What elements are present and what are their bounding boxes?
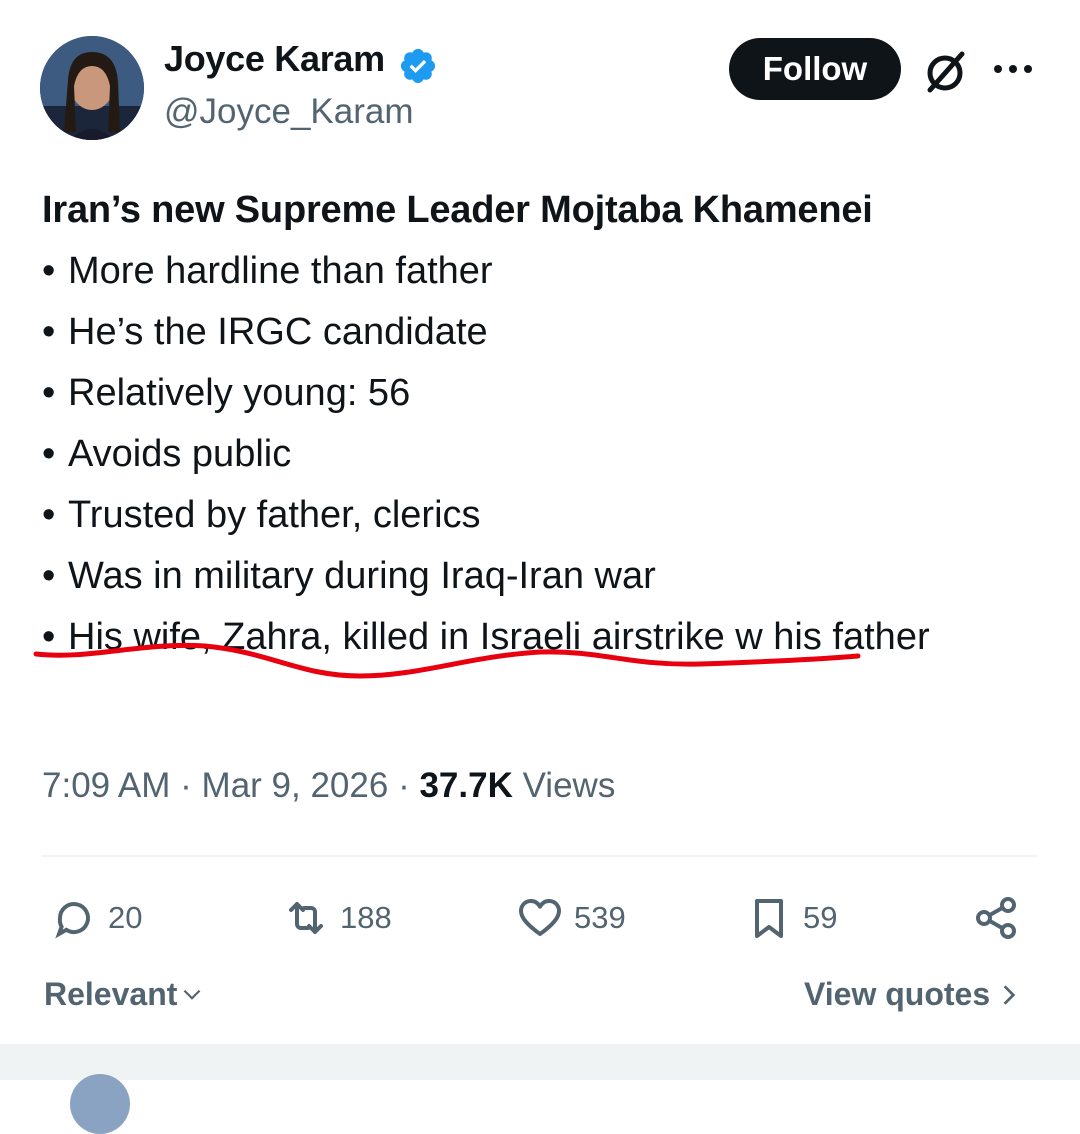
grok-icon[interactable] — [918, 44, 974, 100]
bullet-mark: • — [42, 494, 56, 536]
repost-icon — [289, 902, 323, 934]
bullet-text: Was in military during Iraq-Iran war — [68, 555, 656, 597]
sort-replies-dropdown[interactable]: Relevant — [44, 976, 205, 1013]
view-quotes-label: View quotes — [804, 976, 991, 1012]
sort-label: Relevant — [44, 976, 178, 1012]
share-button[interactable] — [972, 890, 1030, 946]
tweet-time[interactable]: 7:09 AM — [42, 766, 170, 805]
bullet-mark: • — [42, 555, 56, 597]
bookmark-button[interactable]: 59 — [745, 890, 837, 946]
bullet-item: • His wife, Zahra, killed in Israeli airs… — [42, 607, 1042, 668]
bullet-mark: • — [42, 250, 56, 292]
more-icon[interactable] — [990, 52, 1036, 86]
author-name[interactable]: Joyce Karam — [164, 38, 385, 80]
bullet-text: More hardline than father — [68, 250, 493, 292]
bullet-item: • Was in military during Iraq-Iran war — [42, 546, 1042, 607]
verified-badge-icon — [400, 48, 436, 84]
chevron-right-icon — [1003, 984, 1016, 1005]
bullet-text: Relatively young: 56 — [68, 372, 411, 414]
reply-composer-area — [0, 1044, 1080, 1080]
chevron-down-icon — [184, 989, 201, 1000]
like-button[interactable]: 539 — [516, 890, 626, 946]
bullet-mark: • — [42, 433, 56, 475]
bullet-text: His wife, Zahra, killed in Israeli airst… — [68, 616, 930, 658]
repost-count: 188 — [340, 900, 392, 935]
follow-button[interactable]: Follow — [729, 38, 901, 100]
reply-count: 20 — [108, 900, 143, 935]
reply-icon — [55, 902, 90, 939]
bullet-item: • Relatively young: 56 — [42, 363, 1042, 424]
bullet-item: • More hardline than father — [42, 241, 1042, 302]
tweet-date[interactable]: Mar 9, 2026 — [202, 766, 389, 805]
bullet-item: • Avoids public — [42, 424, 1042, 485]
bullet-text: He’s the IRGC candidate — [68, 311, 488, 353]
bullet-text: Avoids public — [68, 433, 292, 475]
bookmark-icon — [755, 899, 783, 938]
divider — [42, 855, 1037, 857]
share-icon — [976, 897, 1016, 939]
like-count: 539 — [574, 900, 626, 935]
tweet-meta: 7:09 AM · Mar 9, 2026 · 37.7K Views — [42, 766, 615, 806]
bullet-mark: • — [42, 372, 56, 414]
bullet-mark: • — [42, 311, 56, 353]
views-label: Views — [522, 766, 616, 805]
author-avatar[interactable] — [40, 36, 144, 140]
bullet-item: • Trusted by father, clerics — [42, 485, 1042, 546]
view-quotes-link[interactable]: View quotes — [804, 976, 1022, 1013]
reply-button[interactable]: 20 — [50, 890, 142, 946]
views-count: 37.7K — [419, 766, 513, 805]
repost-button[interactable]: 188 — [282, 890, 392, 946]
next-reply-avatar — [70, 1074, 130, 1134]
author-handle[interactable]: @Joyce_Karam — [164, 92, 414, 132]
meta-separator: · — [180, 766, 192, 805]
bullet-item: • He’s the IRGC candidate — [42, 302, 1042, 363]
tweet-text: Iran’s new Supreme Leader Mojtaba Khamen… — [42, 180, 1042, 668]
tweet-headline: Iran’s new Supreme Leader Mojtaba Khamen… — [42, 189, 873, 231]
bookmark-count: 59 — [803, 900, 838, 935]
meta-separator: · — [398, 766, 410, 805]
bullet-mark: • — [42, 616, 56, 658]
bullet-text: Trusted by father, clerics — [68, 494, 481, 536]
heart-icon — [519, 899, 561, 936]
